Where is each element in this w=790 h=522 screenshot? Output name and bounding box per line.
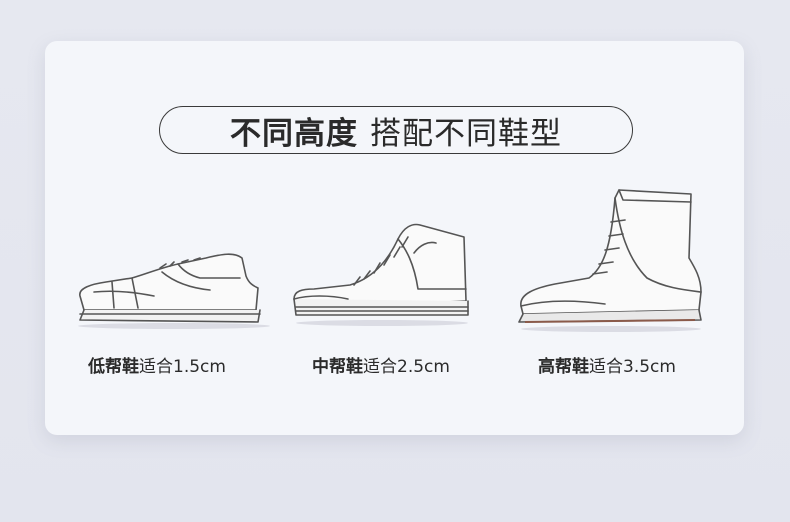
- caption-high-top-type: 高帮鞋: [538, 357, 589, 377]
- title-banner: 不同高度 搭配不同鞋型: [159, 106, 633, 154]
- caption-low-top-type: 低帮鞋: [88, 357, 139, 377]
- caption-mid-top: 中帮鞋适合2.5cm: [312, 352, 450, 377]
- title-secondary: 搭配不同鞋型: [370, 115, 562, 152]
- caption-low-top-fit: 适合1.5cm: [139, 357, 226, 377]
- title-primary: 不同高度: [230, 115, 358, 152]
- caption-high-top-fit: 适合3.5cm: [589, 357, 676, 377]
- low-top-sneaker-icon: [78, 253, 270, 329]
- caption-low-top: 低帮鞋适合1.5cm: [88, 352, 226, 377]
- caption-high-top: 高帮鞋适合3.5cm: [538, 352, 676, 377]
- mid-top-canvas-shoe-icon: [293, 223, 469, 326]
- caption-mid-top-type: 中帮鞋: [312, 357, 363, 377]
- high-top-boot-icon: [518, 189, 702, 332]
- caption-mid-top-fit: 适合2.5cm: [363, 357, 450, 377]
